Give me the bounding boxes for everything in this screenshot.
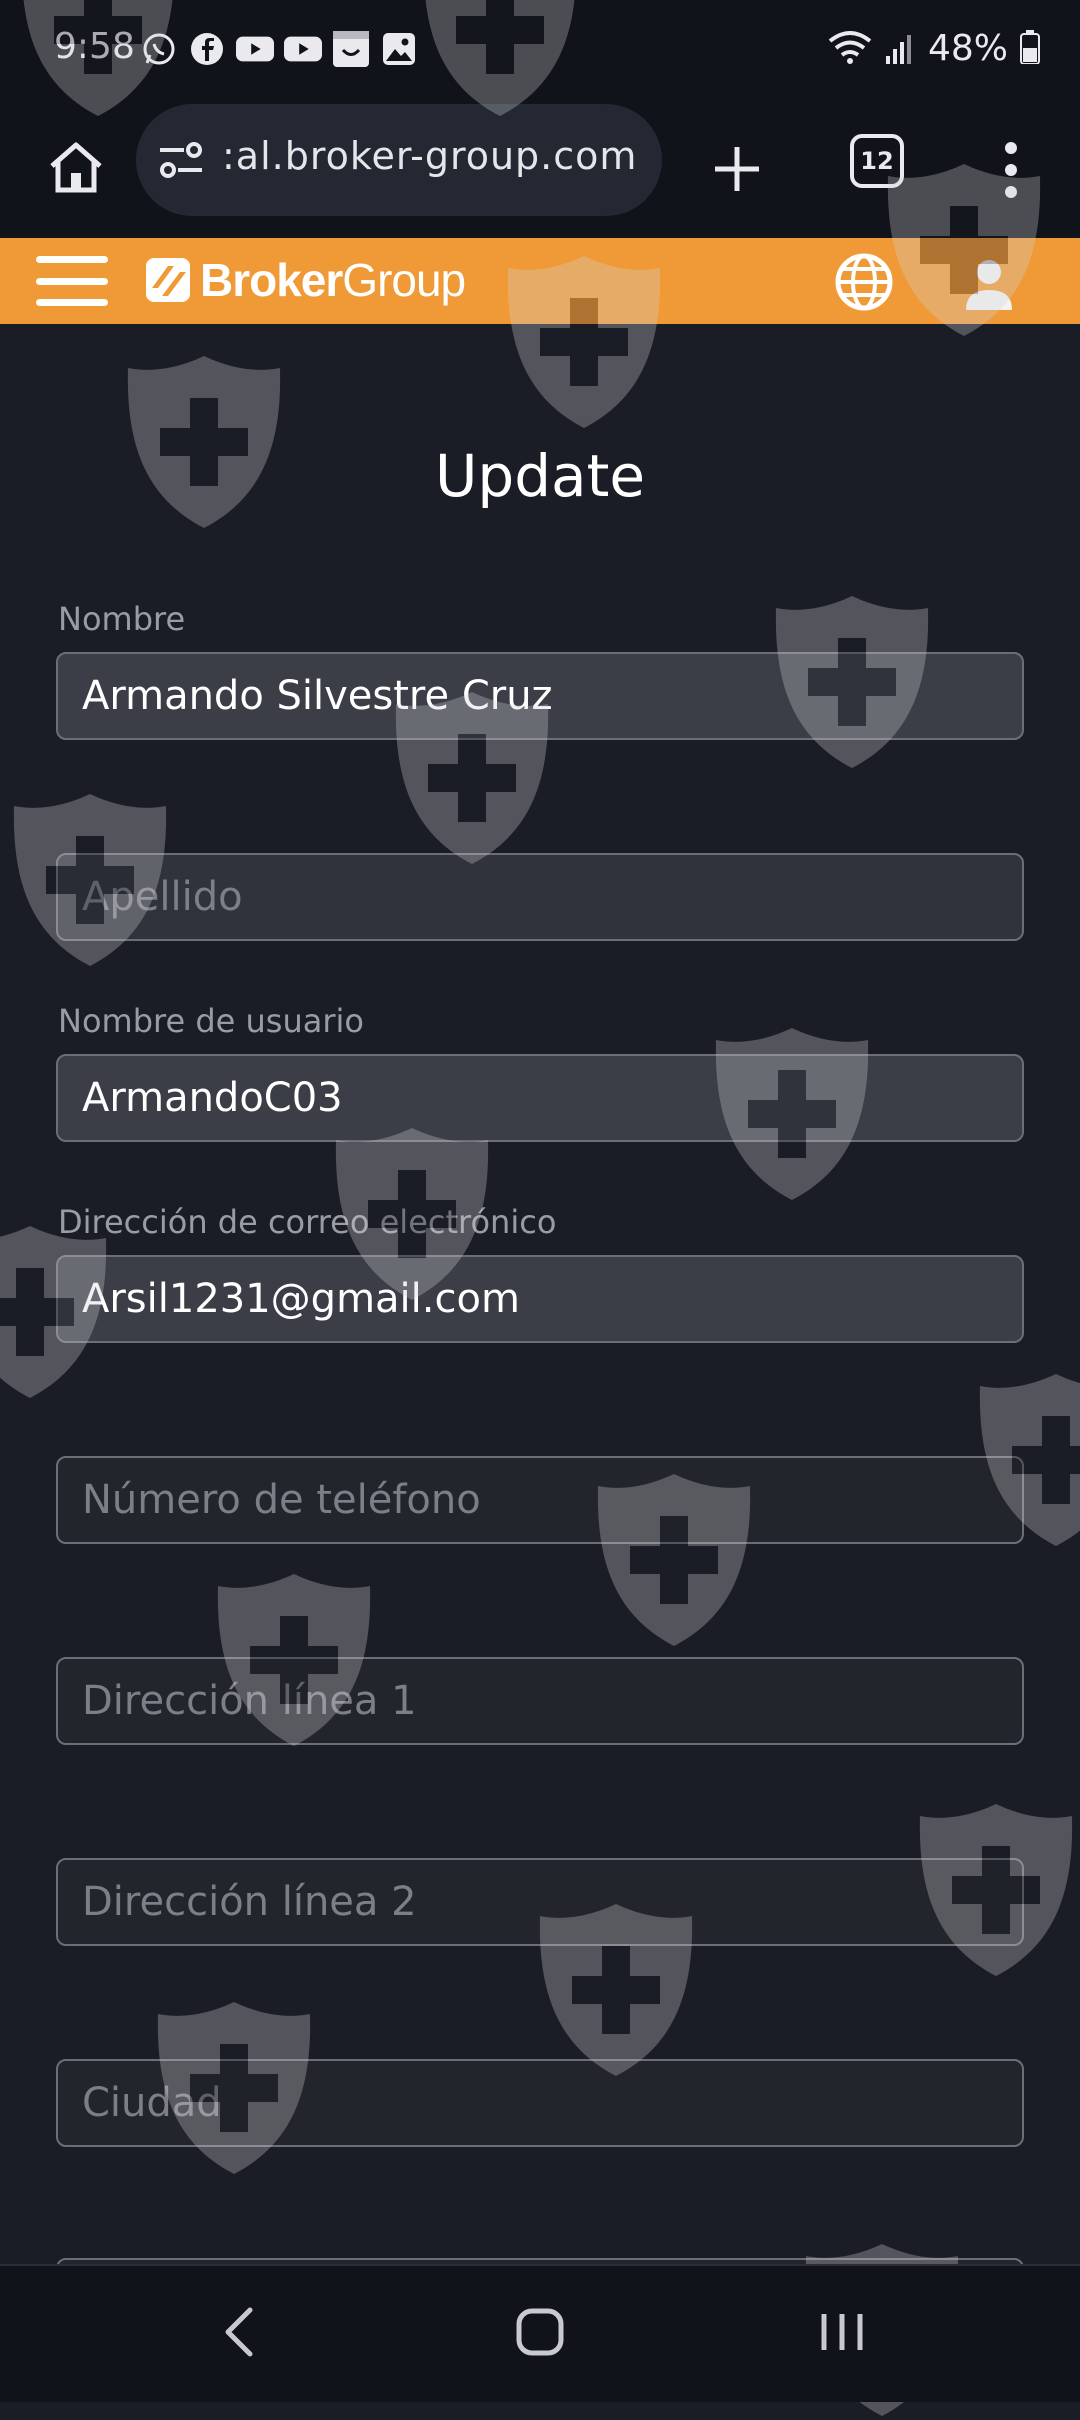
logo-text-light: Group: [342, 254, 466, 306]
user-icon: [966, 260, 1012, 310]
whatsapp-icon: [140, 30, 178, 68]
app-header: BrokerGroup: [0, 238, 1080, 324]
telefono-field[interactable]: [56, 1456, 1024, 1544]
browser-home-button[interactable]: [36, 128, 116, 208]
battery-icon: [1020, 29, 1040, 68]
direccion2-field[interactable]: [56, 1858, 1024, 1946]
plus-icon: [715, 147, 759, 191]
nav-back-button[interactable]: [210, 2302, 270, 2362]
battery-percent: 48%: [927, 28, 1008, 69]
user-profile-button[interactable]: [958, 252, 1020, 314]
site-settings-icon[interactable]: [158, 140, 204, 180]
back-icon: [225, 2307, 253, 2357]
browser-toolbar: :al.broker-group.com 12: [0, 100, 1080, 238]
nav-home-button[interactable]: [510, 2302, 570, 2362]
language-button[interactable]: [834, 252, 894, 312]
status-right: 48%: [826, 28, 1040, 69]
recents-icon: [821, 2314, 863, 2350]
more-dot: [1005, 164, 1017, 176]
tab-switcher-button[interactable]: 12: [850, 134, 904, 188]
logo-mark-icon: [146, 258, 190, 302]
direccion1-field[interactable]: [56, 1657, 1024, 1745]
nav-recents-button[interactable]: [812, 2304, 872, 2360]
more-dot: [1005, 142, 1017, 154]
usuario-label: Nombre de usuario: [58, 1002, 364, 1040]
email-field[interactable]: [56, 1255, 1024, 1343]
browser-menu-button[interactable]: [990, 130, 1032, 210]
signal-icon: [885, 30, 916, 68]
youtube-icon: [236, 30, 274, 68]
more-dot: [1005, 186, 1017, 198]
notification-icons: [140, 30, 418, 68]
new-tab-button[interactable]: [700, 132, 774, 206]
globe-icon: [835, 253, 893, 311]
email-label: Dirección de correo electrónico: [58, 1203, 557, 1241]
status-time: 9:58: [54, 26, 135, 67]
gallery-icon: [380, 30, 418, 68]
ciudad-field[interactable]: [56, 2059, 1024, 2147]
facebook-icon: [188, 30, 226, 68]
home-icon: [50, 142, 102, 193]
smile-app-icon: [332, 30, 370, 68]
nombre-label: Nombre: [58, 600, 186, 638]
nombre-field[interactable]: [56, 652, 1024, 740]
logo-text-bold: Broker: [200, 254, 343, 306]
page-title: Update: [434, 442, 646, 510]
url-text[interactable]: :al.broker-group.com: [222, 134, 637, 178]
home-square-icon: [516, 2308, 564, 2356]
apellido-field[interactable]: [56, 853, 1024, 941]
broker-group-logo[interactable]: BrokerGroup: [146, 250, 466, 310]
hamburger-menu-button[interactable]: [36, 256, 108, 306]
usuario-field[interactable]: [56, 1054, 1024, 1142]
youtube-icon: [284, 30, 322, 68]
address-bar[interactable]: :al.broker-group.com: [136, 104, 662, 216]
status-bar: 9:58 48%: [0, 0, 1080, 100]
system-nav-bar: [0, 2264, 1080, 2402]
wifi-icon: [826, 29, 874, 69]
